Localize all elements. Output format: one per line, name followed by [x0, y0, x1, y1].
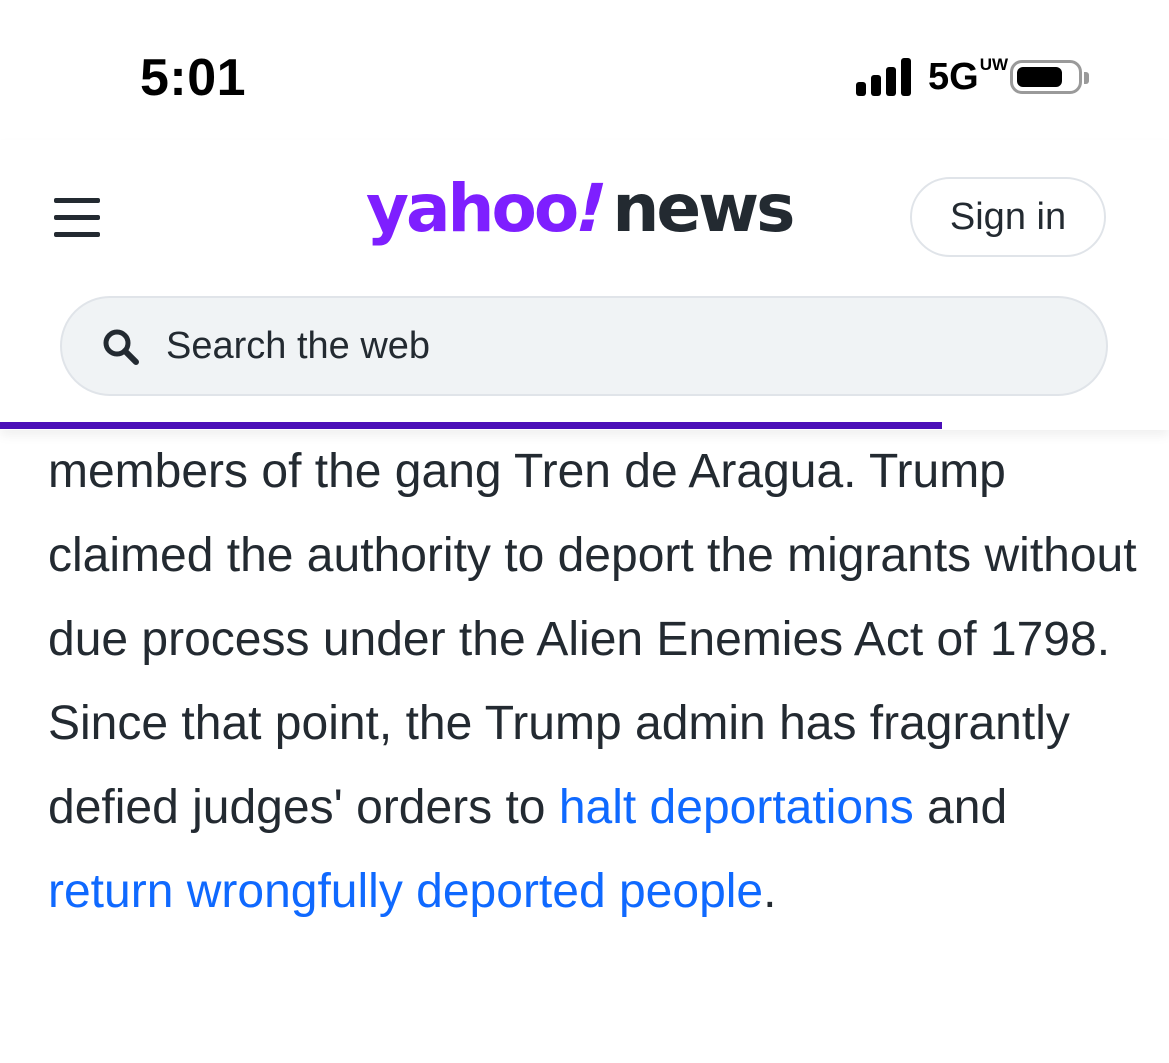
hamburger-menu-icon[interactable]: [54, 198, 102, 238]
article-body: members of the gang Tren de Aragua. Trum…: [48, 430, 1138, 934]
cellular-signal-icon: [856, 58, 914, 96]
search-input[interactable]: [166, 320, 1066, 372]
article-paragraph: members of the gang Tren de Aragua. Trum…: [48, 445, 1137, 918]
logo-yahoo-text: yahoo: [366, 170, 579, 247]
reading-progress-bar: [0, 422, 942, 429]
sign-in-button[interactable]: Sign in: [910, 177, 1106, 257]
site-header: yahoo!news Sign in: [0, 140, 1169, 430]
network-type: 5GUW: [928, 55, 1009, 98]
battery-icon: [1010, 60, 1089, 94]
yahoo-news-logo[interactable]: yahoo!news: [366, 170, 795, 260]
status-time: 5:01: [140, 49, 247, 107]
logo-news-text: news: [612, 170, 795, 247]
search-bar[interactable]: [60, 296, 1108, 396]
search-icon: [103, 329, 139, 365]
status-bar: 5:01 5GUW: [0, 0, 1169, 140]
network-badge: UW: [979, 55, 1009, 74]
halt-deportations-link[interactable]: halt deportations: [559, 781, 914, 834]
return-wrongfully-deported-link[interactable]: return wrongfully deported people: [48, 865, 763, 918]
